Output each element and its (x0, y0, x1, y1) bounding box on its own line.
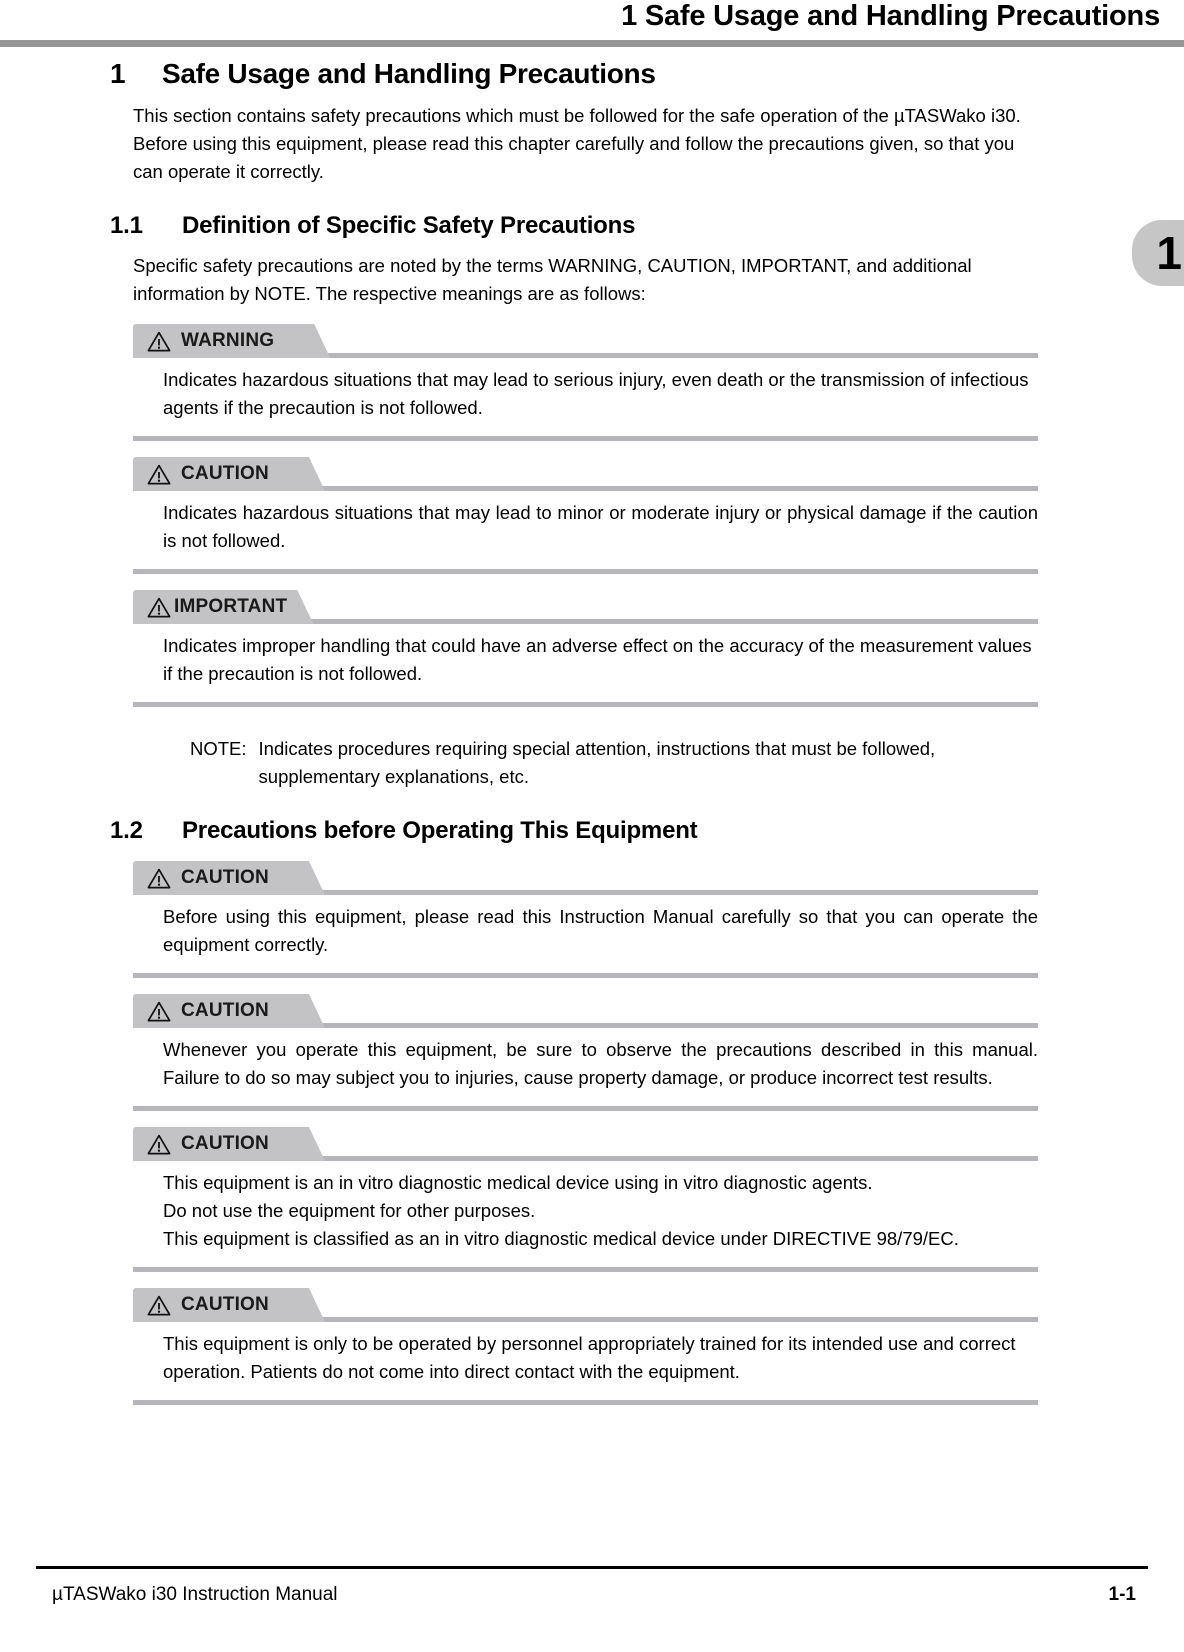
admonition-label: CAUTION (181, 1294, 269, 1315)
admonition-header: CAUTION (133, 1127, 1038, 1161)
section-title-text-1-1: Definition of Specific Safety Precaution… (182, 212, 636, 239)
warning-triangle-icon (147, 464, 171, 485)
admonition-tab: IMPORTANT (133, 590, 313, 624)
chapter-number: 1 (110, 58, 126, 89)
admonition-caution: CAUTION Whenever you operate this equipm… (133, 994, 1038, 1111)
footer-manual-title: µTASWako i30 Instruction Manual (52, 1584, 338, 1605)
admonition-header: IMPORTANT (133, 590, 1038, 624)
section-title-text-1-2: Precautions before Operating This Equipm… (182, 817, 698, 844)
admonition-line: Indicates hazardous situations that may … (163, 502, 1038, 551)
admonition-label: CAUTION (181, 1000, 269, 1021)
admonition-important: IMPORTANT Indicates improper handling th… (133, 590, 1038, 707)
note-block: NOTE: Indicates procedures requiring spe… (190, 735, 1050, 791)
admonition-line: This equipment is classified as an in vi… (163, 1228, 959, 1249)
warning-triangle-icon (147, 597, 171, 618)
chapter-title-text: Safe Usage and Handling Precautions (162, 58, 656, 89)
admonition-caution: CAUTION Indicates hazardous situations t… (133, 457, 1038, 574)
admonition-label: CAUTION (181, 463, 269, 484)
admonition-header: WARNING (133, 324, 1038, 358)
admonition-header: CAUTION (133, 457, 1038, 491)
admonition-warning: WARNING Indicates hazardous situations t… (133, 324, 1038, 441)
section-title-1-1: 1.1 Definition of Specific Safety Precaut… (110, 212, 1184, 240)
section-intro-1-1: Specific safety precautions are noted by… (133, 255, 972, 304)
warning-triangle-icon (147, 1001, 171, 1022)
admonition-body: Before using this equipment, please read… (133, 895, 1038, 959)
admonition-line: Indicates improper handling that could h… (163, 635, 1032, 684)
admonition-body: This equipment is only to be operated by… (133, 1322, 1038, 1386)
section-title-1-2: 1.2 Precautions before Operating This Equ… (110, 817, 1184, 845)
admonition-tab: WARNING (133, 324, 330, 358)
admonition-bottom-rule (133, 973, 1038, 978)
note-label: NOTE: (190, 738, 247, 759)
admonition-bottom-rule (133, 436, 1038, 441)
admonition-bottom-rule (133, 569, 1038, 574)
admonition-caution: CAUTION This equipment is an in vitro di… (133, 1127, 1038, 1272)
warning-triangle-icon (147, 1295, 171, 1316)
page-header: 1 Safe Usage and Handling Precautions (0, 0, 1184, 48)
admonition-line: This equipment is only to be operated by… (163, 1333, 1016, 1382)
running-header-title: 1 Safe Usage and Handling Precautions (621, 0, 1160, 32)
admonition-label: CAUTION (181, 1133, 269, 1154)
admonition-line: This equipment is an in vitro diagnostic… (163, 1172, 873, 1193)
chapter-intro-paragraph: This section contains safety precautions… (133, 105, 1021, 182)
admonition-body: Whenever you operate this equipment, be … (133, 1028, 1038, 1092)
admonition-bottom-rule (133, 1400, 1038, 1405)
admonition-label: CAUTION (181, 867, 269, 888)
admonition-header: CAUTION (133, 861, 1038, 895)
admonition-tab: CAUTION (133, 1288, 325, 1322)
admonition-line: Do not use the equipment for other purpo… (163, 1200, 536, 1221)
footer-page-number: 1-1 (1108, 1584, 1136, 1605)
warning-triangle-icon (147, 1134, 171, 1155)
admonition-line: Whenever you operate this equipment, be … (163, 1039, 1038, 1088)
admonition-body: Indicates hazardous situations that may … (133, 358, 1038, 422)
admonition-bottom-rule (133, 702, 1038, 707)
admonition-tab: CAUTION (133, 861, 325, 895)
admonition-label: IMPORTANT (174, 596, 288, 617)
warning-triangle-icon (147, 331, 171, 352)
admonition-body: This equipment is an in vitro diagnostic… (133, 1161, 1038, 1253)
admonition-caution: CAUTION Before using this equipment, ple… (133, 861, 1038, 978)
admonition-body: Indicates hazardous situations that may … (133, 491, 1038, 555)
admonition-line: Before using this equipment, please read… (163, 906, 1038, 955)
header-rule (0, 40, 1184, 47)
warning-triangle-icon (147, 868, 171, 889)
admonition-label: WARNING (181, 330, 275, 351)
section-number-1-1: 1.1 (110, 212, 143, 239)
note-text: Indicates procedures requiring special a… (258, 738, 936, 787)
admonition-caution: CAUTION This equipment is only to be ope… (133, 1288, 1038, 1405)
admonition-line: Indicates hazardous situations that may … (163, 369, 1029, 418)
admonition-tab: CAUTION (133, 1127, 325, 1161)
admonition-tab: CAUTION (133, 457, 325, 491)
admonition-bottom-rule (133, 1267, 1038, 1272)
admonition-header: CAUTION (133, 1288, 1038, 1322)
footer-rule (36, 1566, 1148, 1569)
chapter-title: 1 Safe Usage and Handling Precautions (110, 58, 1184, 90)
admonition-header: CAUTION (133, 994, 1038, 1028)
admonition-bottom-rule (133, 1106, 1038, 1111)
section-number-1-2: 1.2 (110, 817, 143, 844)
page-content: 1 Safe Usage and Handling Precautions Thi… (0, 48, 1184, 1405)
page-footer: µTASWako i30 Instruction Manual 1-1 (0, 1566, 1184, 1652)
admonition-body: Indicates improper handling that could h… (133, 624, 1038, 688)
admonition-tab: CAUTION (133, 994, 325, 1028)
